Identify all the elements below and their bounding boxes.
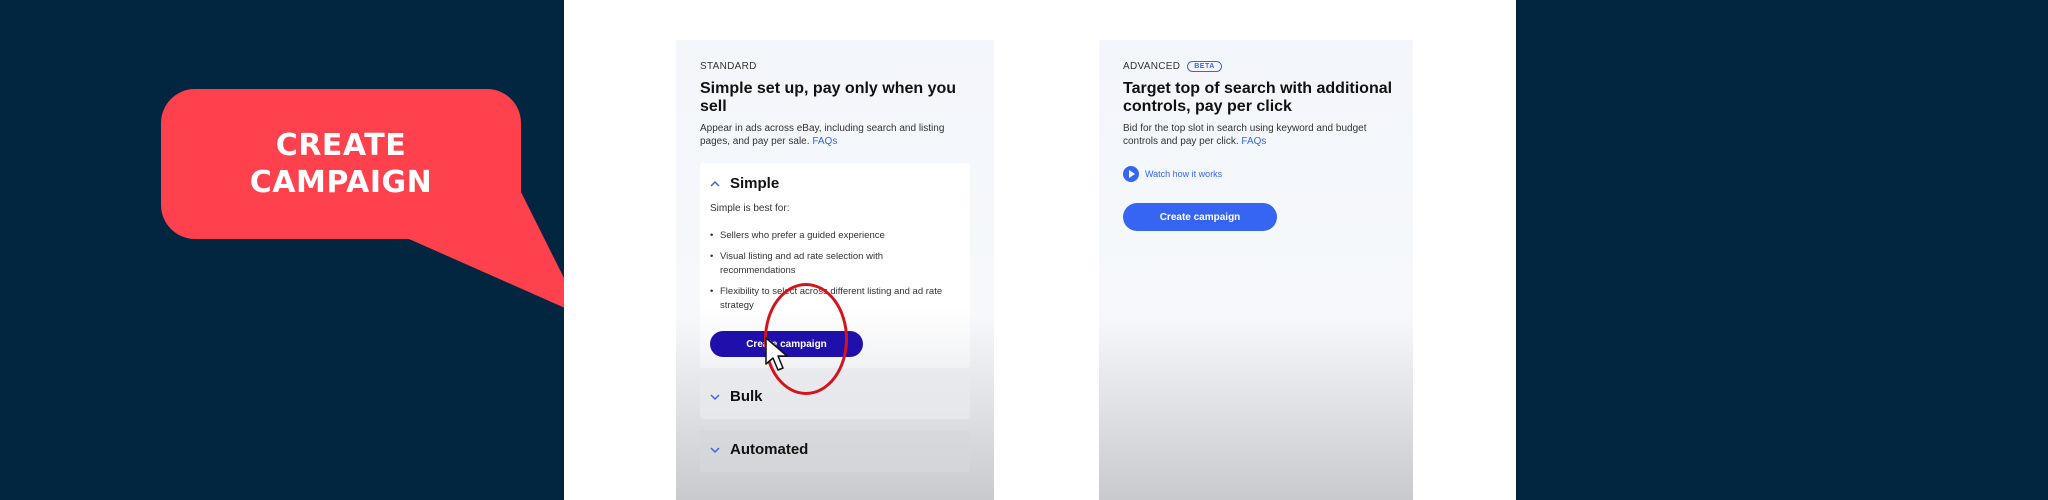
accordion-automated-header[interactable]: Automated (710, 441, 808, 458)
cursor-icon (765, 337, 788, 371)
callout-line-1: CREATE (275, 128, 407, 163)
advanced-eyebrow: ADVANCED BETA (1123, 61, 1222, 72)
advanced-eyebrow-label: ADVANCED (1123, 61, 1181, 72)
ebay-page: STANDARD Simple set up, pay only when yo… (564, 0, 1516, 500)
standard-eyebrow-label: STANDARD (700, 61, 757, 72)
play-icon (1123, 166, 1139, 182)
advanced-campaign-card: ADVANCED BETA Target top of search with … (1099, 40, 1413, 500)
watch-label: Watch how it works (1145, 169, 1223, 179)
chevron-up-icon (710, 180, 720, 187)
chevron-down-icon (710, 446, 720, 453)
standard-campaign-card: STANDARD Simple set up, pay only when yo… (676, 40, 994, 500)
create-campaign-advanced-button[interactable]: Create campaign (1123, 203, 1277, 231)
accordion-simple-header[interactable]: Simple (710, 175, 779, 192)
callout-bubble: CREATE CAMPAIGN (161, 89, 521, 239)
list-item: Visual listing and ad rate selection wit… (710, 250, 960, 278)
watch-how-it-works-link[interactable]: Watch how it works (1123, 166, 1222, 182)
chevron-down-icon (710, 393, 720, 400)
video-frame: CREATE CAMPAIGN STANDARD Simple set up, … (0, 0, 2048, 500)
accordion-bulk-header[interactable]: Bulk (710, 388, 763, 405)
standard-title: Simple set up, pay only when you sell (700, 80, 957, 115)
accordion-automated-label: Automated (730, 441, 809, 458)
accordion-simple-label: Simple (730, 175, 780, 192)
accordion-bulk[interactable]: Bulk (700, 377, 970, 419)
list-item: Sellers who prefer a guided experience (710, 229, 960, 243)
simple-subtitle: Simple is best for: (710, 203, 790, 214)
beta-badge: BETA (1187, 61, 1222, 72)
accordion-bulk-label: Bulk (730, 388, 763, 405)
standard-eyebrow: STANDARD (700, 61, 757, 72)
advanced-title: Target top of search with additional con… (1123, 80, 1393, 115)
standard-description: Appear in ads across eBay, including sea… (700, 122, 965, 148)
standard-faqs-link[interactable]: FAQs (812, 136, 837, 147)
accordion-automated[interactable]: Automated (700, 430, 970, 472)
advanced-description: Bid for the top slot in search using key… (1123, 122, 1388, 148)
advanced-faqs-link[interactable]: FAQs (1241, 136, 1266, 147)
callout-line-2: CAMPAIGN (249, 165, 433, 200)
